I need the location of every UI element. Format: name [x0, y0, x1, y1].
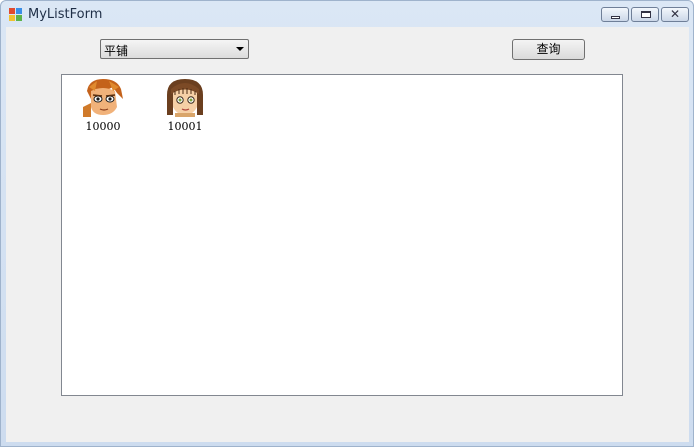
male-avatar-icon	[83, 77, 123, 117]
minimize-button[interactable]	[601, 7, 629, 22]
list-item[interactable]: 10001	[155, 77, 215, 137]
list-view[interactable]: 10000 10001	[61, 74, 623, 396]
female-avatar-icon	[165, 77, 205, 117]
app-icon	[9, 8, 22, 21]
view-mode-selected: 平铺	[104, 44, 129, 58]
list-item[interactable]: 10000	[73, 77, 133, 137]
list-item-label: 10001	[167, 120, 203, 133]
title-bar[interactable]: MyListForm ✕	[1, 1, 693, 27]
query-button[interactable]: 查询	[512, 39, 585, 60]
close-icon: ✕	[670, 7, 681, 21]
dropdown-arrow-icon[interactable]	[236, 47, 244, 51]
client-area: 平铺 查询 10000 10001	[6, 27, 689, 442]
main-window: MyListForm ✕ 平铺 查询 10000 10001	[0, 0, 694, 447]
list-item-label: 10000	[85, 120, 121, 133]
minimize-icon	[611, 16, 620, 19]
maximize-icon	[641, 11, 651, 18]
view-mode-combobox[interactable]: 平铺	[100, 39, 249, 59]
window-title: MyListForm	[28, 7, 103, 22]
close-button[interactable]: ✕	[661, 7, 689, 22]
maximize-button[interactable]	[631, 7, 659, 22]
